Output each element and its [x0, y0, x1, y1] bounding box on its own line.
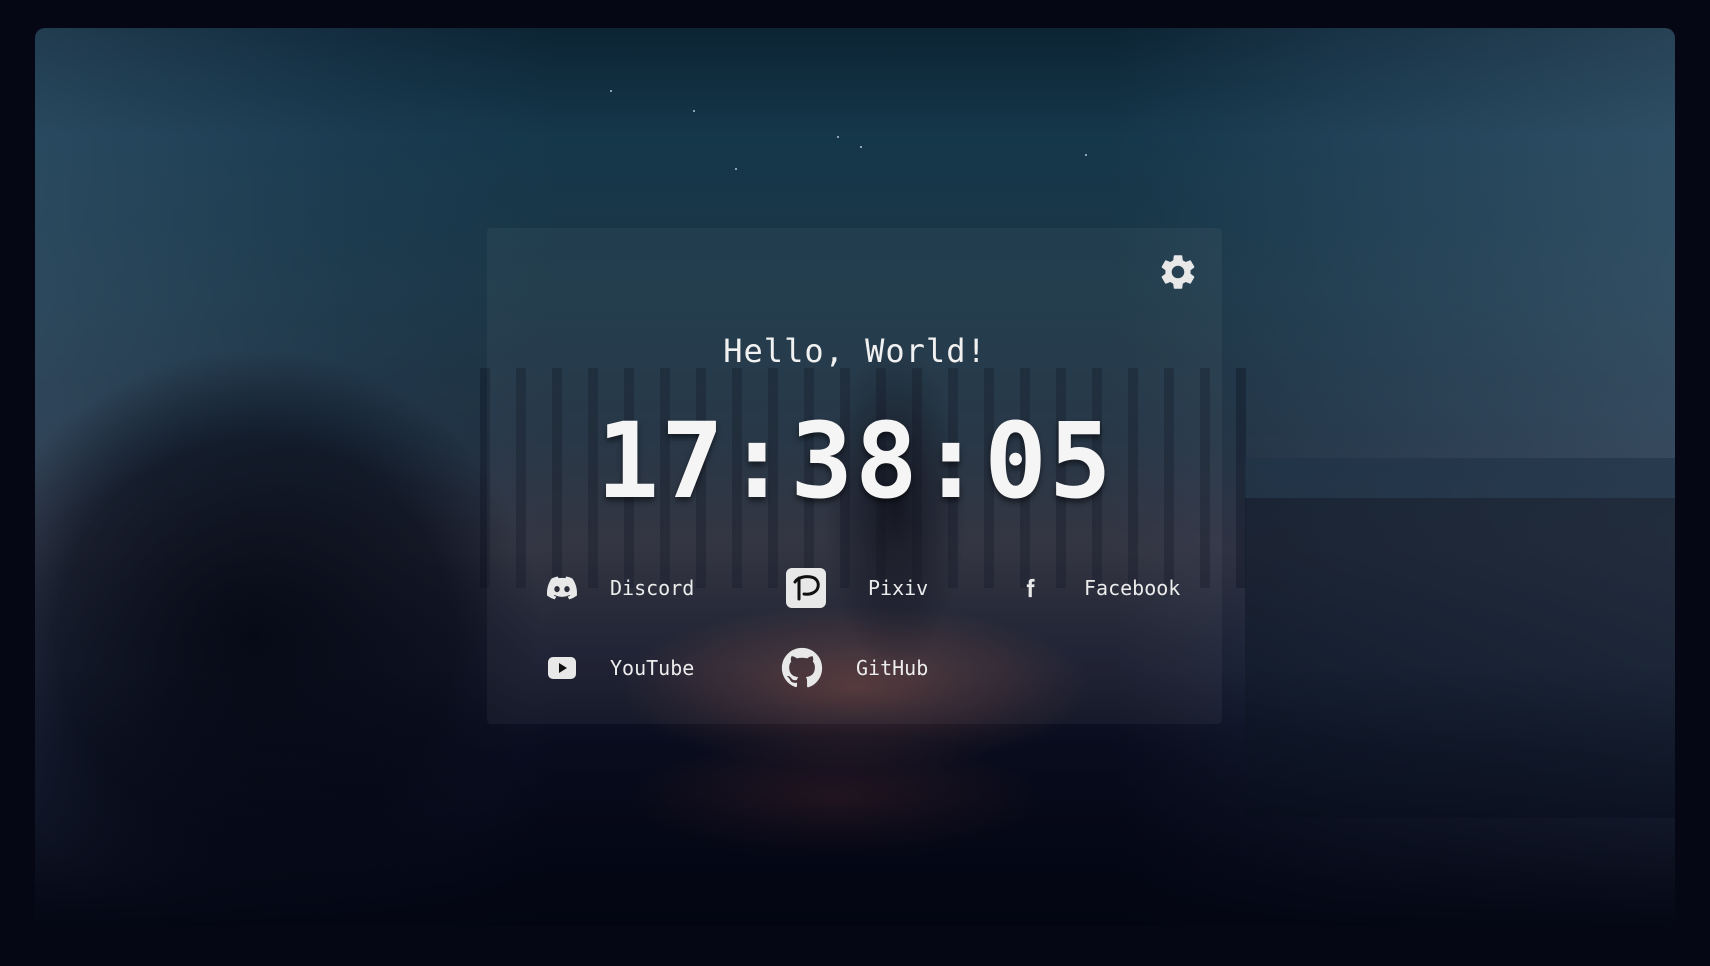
gear-icon — [1161, 255, 1195, 289]
link-label-discord: Discord — [610, 576, 695, 600]
clock-display: 17:38:05 — [596, 400, 1114, 522]
link-discord[interactable]: Discord — [540, 566, 694, 610]
link-youtube[interactable]: YouTube — [540, 646, 694, 690]
link-facebook[interactable]: Facebook — [1008, 566, 1180, 610]
link-label-pixiv: Pixiv — [868, 576, 929, 600]
settings-button[interactable] — [1157, 251, 1199, 293]
github-icon — [780, 646, 824, 690]
stars — [35, 28, 1675, 228]
facebook-icon — [1008, 566, 1052, 610]
link-github[interactable]: GitHub — [780, 646, 928, 690]
link-pixiv[interactable]: Pixiv — [784, 566, 928, 610]
pixiv-icon — [784, 566, 828, 610]
youtube-icon — [540, 646, 584, 690]
discord-icon — [540, 566, 584, 610]
greeting-text: Hello, World! — [723, 332, 987, 370]
link-label-github: GitHub — [856, 656, 929, 680]
link-label-youtube: YouTube — [610, 656, 695, 680]
link-label-facebook: Facebook — [1084, 576, 1181, 600]
